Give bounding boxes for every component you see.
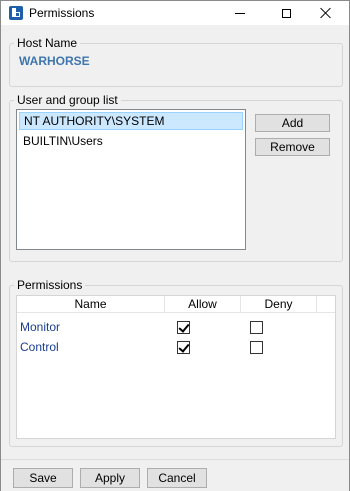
permissions-window: Permissions Host Name WARHORSE User and … <box>0 0 350 491</box>
allow-checkbox[interactable] <box>177 321 190 334</box>
title-bar[interactable]: Permissions <box>1 1 349 25</box>
table-row: Control <box>17 337 335 357</box>
list-item[interactable]: NT AUTHORITY\SYSTEM <box>19 112 243 130</box>
permissions-grid: Name Allow Deny Monitor Control <box>16 295 336 439</box>
maximize-icon <box>281 8 291 18</box>
permissions-group: Permissions Name Allow Deny Monitor Cont… <box>9 278 343 447</box>
column-header-deny[interactable]: Deny <box>241 296 317 312</box>
cancel-button[interactable]: Cancel <box>147 468 207 488</box>
host-name-label: Host Name <box>14 36 81 50</box>
permissions-label: Permissions <box>14 278 86 292</box>
close-button[interactable] <box>303 1 349 25</box>
permission-name: Control <box>20 340 59 354</box>
save-button[interactable]: Save <box>13 468 73 488</box>
deny-checkbox[interactable] <box>250 341 263 354</box>
apply-button[interactable]: Apply <box>80 468 140 488</box>
permission-name: Monitor <box>20 320 61 334</box>
host-name-group: Host Name WARHORSE <box>9 36 343 87</box>
remove-button[interactable]: Remove <box>255 138 330 156</box>
column-header-name[interactable]: Name <box>17 296 165 312</box>
host-name-value: WARHORSE <box>19 54 90 68</box>
close-icon <box>320 7 332 19</box>
grid-header: Name Allow Deny <box>17 296 335 313</box>
minimize-button[interactable] <box>217 1 263 25</box>
app-logo-icon <box>9 6 23 20</box>
column-header-allow[interactable]: Allow <box>165 296 241 312</box>
add-button[interactable]: Add <box>255 114 330 132</box>
allow-checkbox[interactable] <box>177 341 190 354</box>
user-group-list-label: User and group list <box>14 93 121 107</box>
minimize-icon <box>235 12 245 14</box>
user-group-list-group: User and group list NT AUTHORITY\SYSTEM … <box>9 93 343 262</box>
user-group-listbox[interactable]: NT AUTHORITY\SYSTEM BUILTIN\Users <box>16 109 246 250</box>
deny-checkbox[interactable] <box>250 321 263 334</box>
list-item[interactable]: BUILTIN\Users <box>19 132 243 150</box>
window-title: Permissions <box>29 6 95 20</box>
table-row: Monitor <box>17 317 335 337</box>
